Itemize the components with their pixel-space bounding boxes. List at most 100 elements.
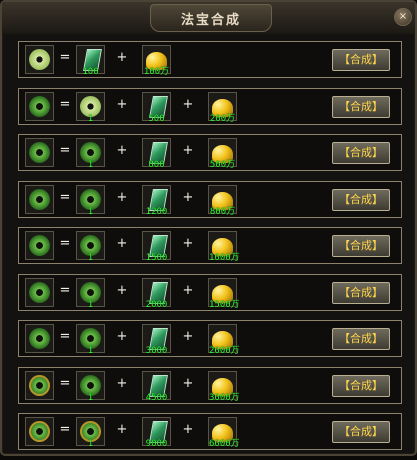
ingredient-slot[interactable]: 1: [76, 91, 105, 124]
ingredient-quantity: 1: [87, 439, 94, 449]
equals-sign: =: [59, 422, 71, 437]
gold-slot[interactable]: 500万: [208, 138, 237, 170]
ingredient-quantity: 1: [87, 253, 94, 263]
ingredient-slot[interactable]: 1: [76, 324, 105, 356]
jade-stone-slot[interactable]: 1500: [142, 231, 171, 263]
result-slot[interactable]: [25, 91, 54, 121]
plus-sign: +: [116, 375, 128, 391]
jade-stone-slot[interactable]: 2000: [142, 277, 171, 310]
recipe-row: = 1 +500 +200万 【合成】: [18, 87, 402, 125]
ingredient-slot[interactable]: 1: [76, 277, 105, 310]
recipe-row: = 1 +9000 +6000万 【合成】: [18, 413, 402, 450]
plus-sign: +: [116, 282, 128, 298]
gold-slot[interactable]: 6000万: [208, 417, 240, 449]
gold-jade-tier9-icon: [29, 421, 50, 442]
jade-stone-quantity: 2000: [145, 299, 168, 310]
gold-quantity: 500万: [209, 160, 236, 170]
jade-stone-slot[interactable]: 500: [142, 91, 171, 124]
recipe-row: = 1 +4500 +3000万 【合成】: [18, 366, 402, 404]
jade-stone-slot[interactable]: 3000: [142, 324, 171, 356]
equals-sign: =: [59, 50, 71, 65]
ingredient-slot[interactable]: 1: [76, 231, 105, 263]
synthesis-window: 法宝合成 × = 100 +100万 【合成】 = 1 +500 +200万 【合成】 = 1 +80…: [0, 0, 417, 456]
jade-stone-slot[interactable]: 4500: [142, 370, 171, 403]
synthesize-button[interactable]: 【合成】: [332, 281, 390, 304]
gold-slot[interactable]: 800万: [208, 184, 237, 217]
result-slot[interactable]: [25, 277, 54, 307]
result-slot[interactable]: [25, 417, 54, 446]
plus-sign: +: [116, 143, 128, 158]
ingredient-quantity: 1: [87, 346, 94, 356]
synthesize-button[interactable]: 【合成】: [332, 95, 390, 118]
plus-sign: +: [116, 96, 128, 112]
plus-sign: +: [182, 329, 194, 344]
plus-sign: +: [182, 422, 194, 437]
equals-sign: =: [59, 189, 71, 205]
result-slot[interactable]: [25, 138, 54, 167]
gold-quantity: 100万: [143, 67, 170, 77]
title-tab: 法宝合成: [150, 4, 272, 32]
gold-quantity: 1500万: [209, 299, 240, 310]
synthesize-button[interactable]: 【合成】: [332, 142, 390, 164]
recipe-row: = 1 +1500 +1000万 【合成】: [18, 227, 402, 264]
jade-stone-slot[interactable]: 9000: [142, 417, 171, 449]
synthesize-button[interactable]: 【合成】: [332, 49, 390, 71]
recipe-row: = 1 +800 +500万 【合成】: [18, 134, 402, 171]
jade-stone-quantity: 1200: [145, 206, 168, 217]
plus-sign: +: [182, 375, 194, 391]
result-slot[interactable]: [25, 370, 54, 400]
equals-sign: =: [59, 282, 71, 298]
recipe-row: = 1 +2000 +1500万 【合成】: [18, 273, 402, 311]
gold-quantity: 200万: [209, 113, 236, 124]
result-slot[interactable]: [25, 45, 54, 74]
gold-slot[interactable]: 200万: [208, 91, 237, 124]
gold-slot[interactable]: 1500万: [208, 277, 240, 310]
result-slot[interactable]: [25, 324, 54, 353]
result-slot[interactable]: [25, 184, 54, 214]
equals-sign: =: [59, 329, 71, 344]
gold-slot[interactable]: 1000万: [208, 231, 240, 263]
synthesize-button[interactable]: 【合成】: [332, 188, 390, 211]
jade-stone-quantity: 500: [148, 113, 165, 124]
gold-slot[interactable]: 2000万: [208, 324, 240, 356]
jade-dragon-tier6-icon: [29, 281, 50, 303]
jade-disc-tier2-icon: [29, 95, 50, 117]
recipe-list: = 100 +100万 【合成】 = 1 +500 +200万 【合成】 = 1 +800 +500万【…: [18, 41, 402, 460]
synthesize-button[interactable]: 【合成】: [332, 235, 390, 257]
ingredient-slot[interactable]: 1: [76, 370, 105, 403]
synthesize-button[interactable]: 【合成】: [332, 421, 390, 443]
jade-disc-tier3-icon: [29, 142, 50, 163]
equals-sign: =: [59, 236, 71, 251]
recipe-row: = 1 +1200 +800万 【合成】: [18, 180, 402, 218]
title-bar: 法宝合成 ×: [2, 2, 415, 34]
gold-slot[interactable]: 100万: [142, 45, 171, 77]
plus-sign: +: [116, 329, 128, 344]
ingredient-quantity: 1: [87, 299, 94, 310]
jade-stone-slot[interactable]: 800: [142, 138, 171, 170]
gold-jade-tier8-icon: [29, 374, 50, 396]
gold-quantity: 3000万: [209, 392, 240, 403]
jade-stone-slot[interactable]: 100: [76, 45, 105, 77]
jade-disc-tier5-icon: [29, 235, 50, 256]
plus-sign: +: [182, 143, 194, 158]
gold-slot[interactable]: 3000万: [208, 370, 240, 403]
gold-quantity: 1000万: [209, 253, 240, 263]
jade-stone-quantity: 4500: [145, 392, 168, 403]
ingredient-slot[interactable]: 1: [76, 417, 105, 449]
jade-disc-tier4-icon: [29, 188, 50, 210]
recipe-row: = 100 +100万 【合成】: [18, 41, 402, 78]
plus-sign: +: [116, 50, 128, 65]
jade-stone-quantity: 100: [82, 67, 99, 77]
close-button[interactable]: ×: [394, 8, 412, 26]
gold-quantity: 6000万: [209, 439, 240, 449]
jade-dragon-tier7-icon: [29, 328, 50, 349]
gold-quantity: 800万: [209, 206, 236, 217]
plus-sign: +: [182, 236, 194, 251]
synthesize-button[interactable]: 【合成】: [332, 328, 390, 350]
ingredient-slot[interactable]: 1: [76, 138, 105, 170]
ingredient-quantity: 1: [87, 160, 94, 170]
ingredient-slot[interactable]: 1: [76, 184, 105, 217]
jade-stone-slot[interactable]: 1200: [142, 184, 171, 217]
synthesize-button[interactable]: 【合成】: [332, 374, 390, 397]
result-slot[interactable]: [25, 231, 54, 260]
